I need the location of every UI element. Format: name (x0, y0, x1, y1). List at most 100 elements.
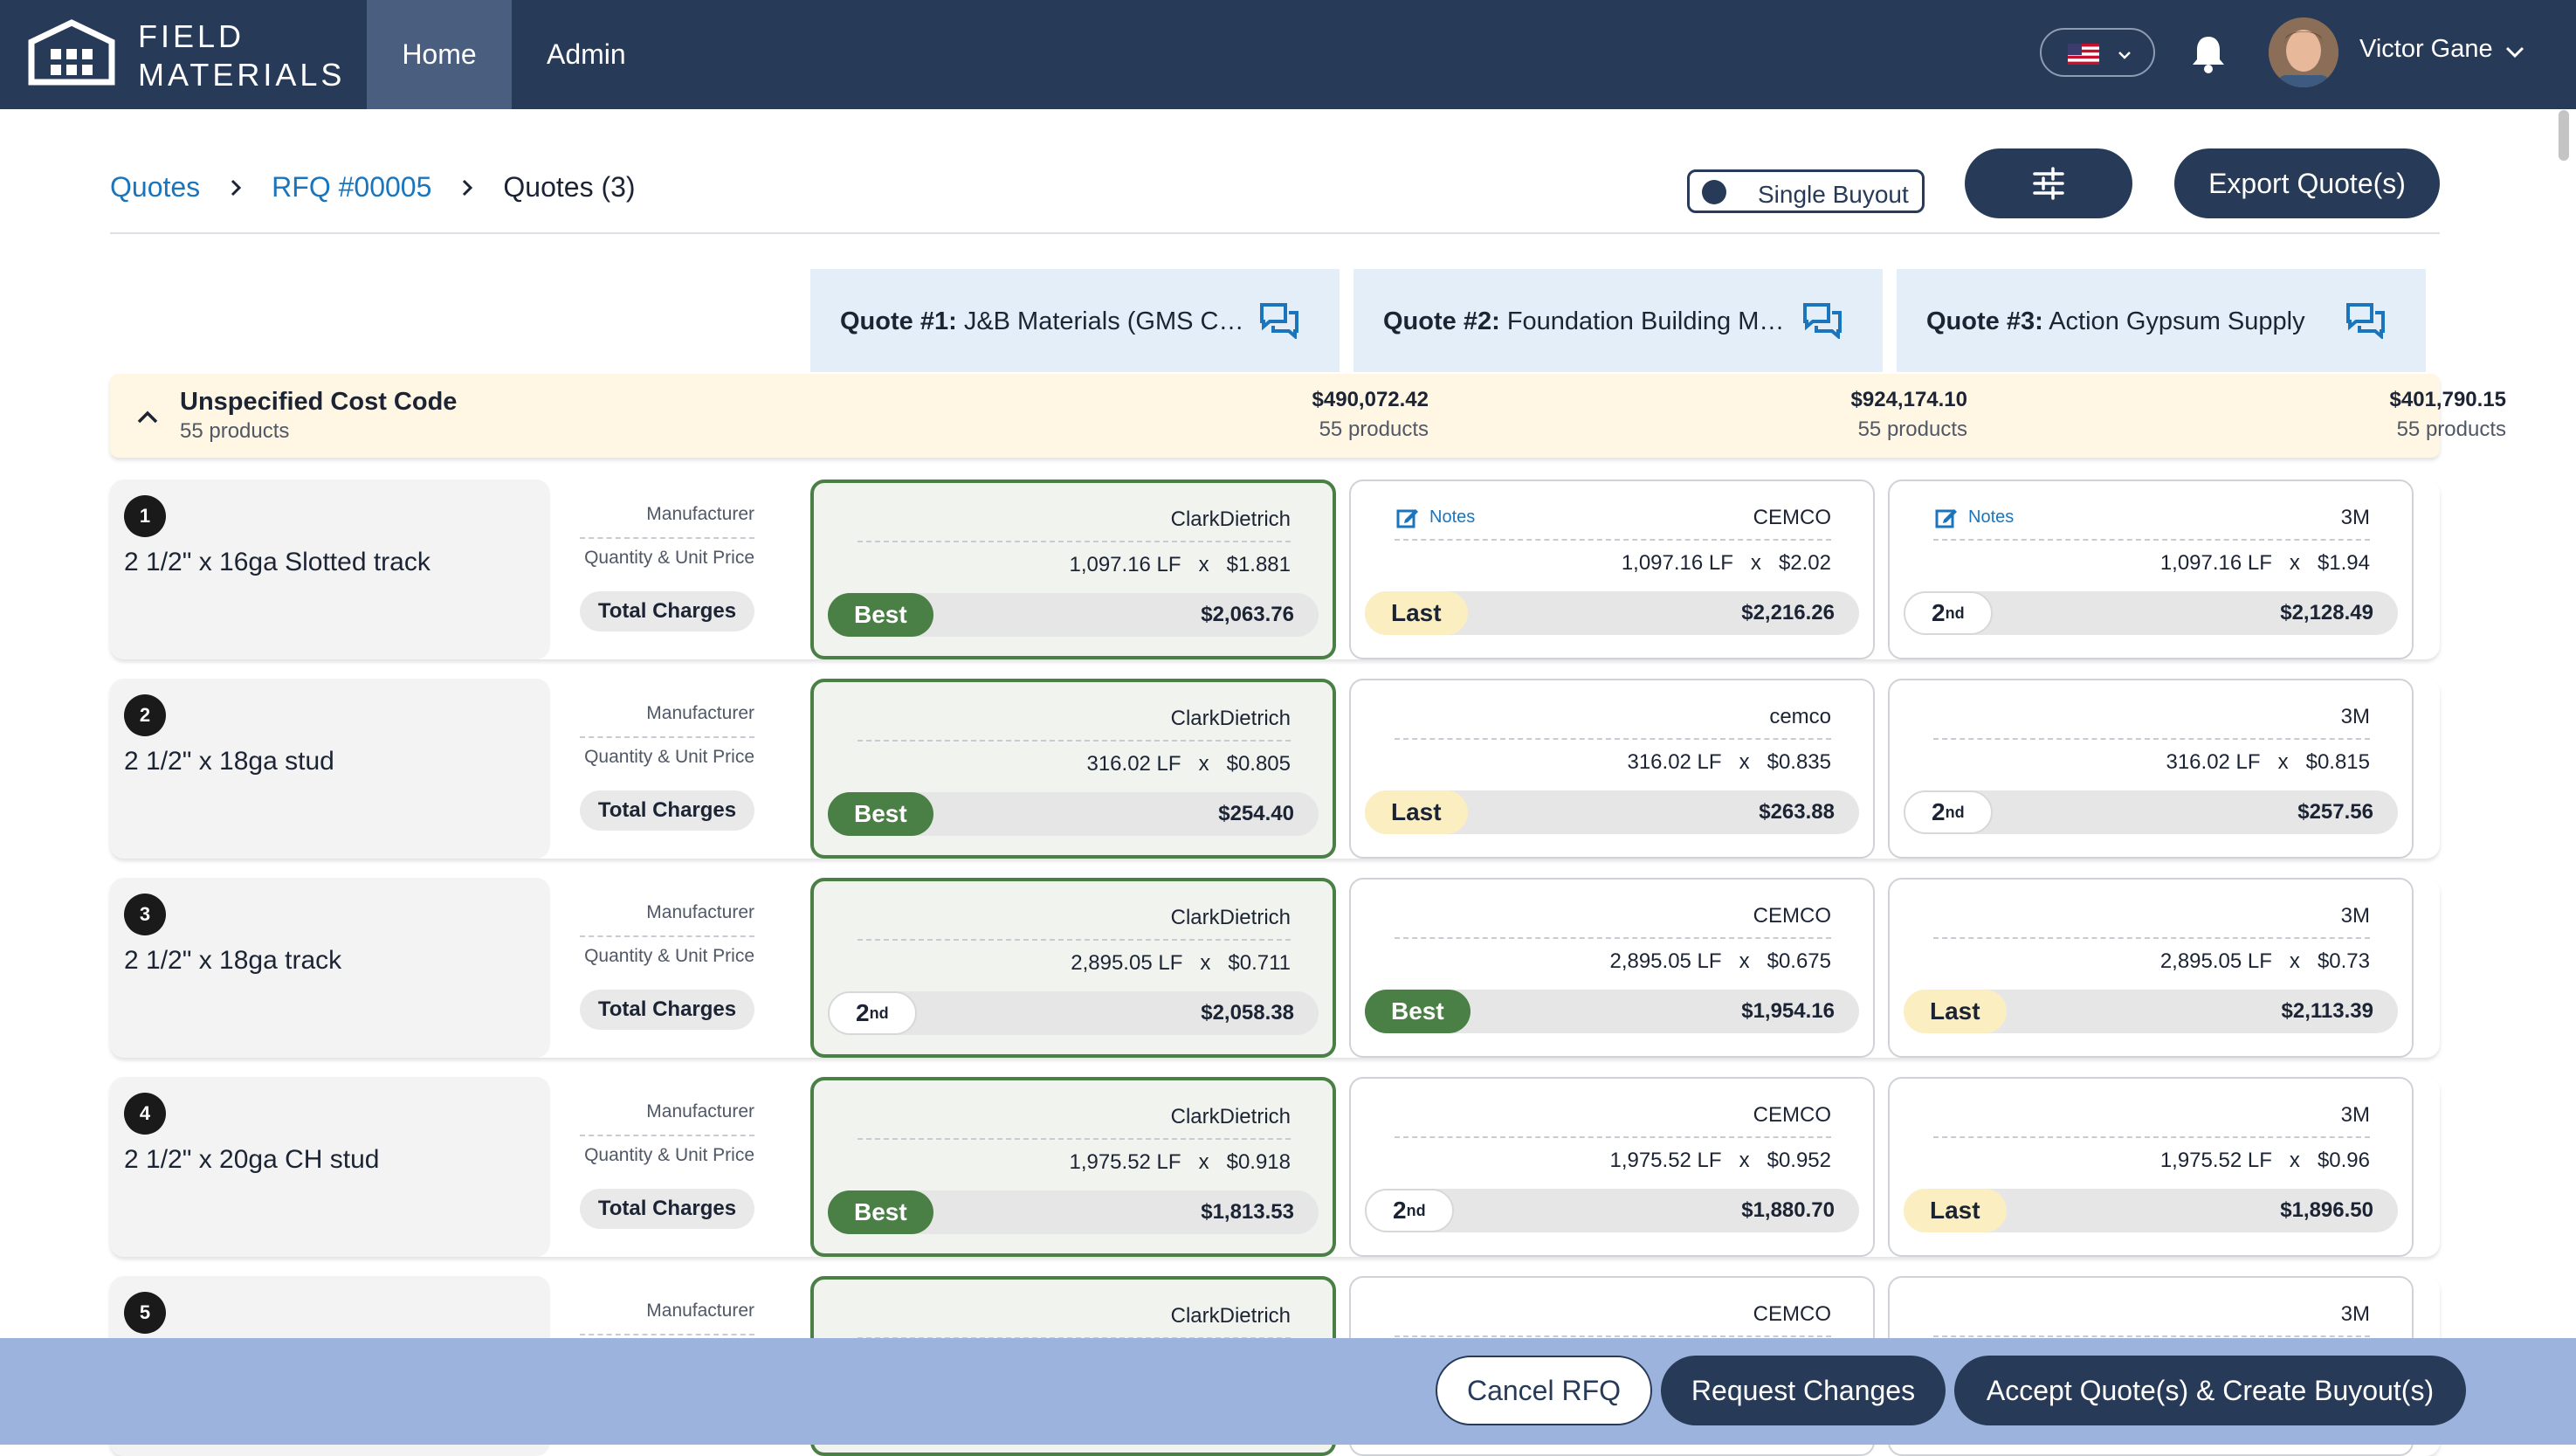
quote-qty-price: 2,895.05 LF x $0.711 (1071, 951, 1291, 975)
quote-manufacturer: ClarkDietrich (1170, 1105, 1291, 1128)
card-divider (1933, 539, 2370, 541)
quote-qty: 1,975.52 LF (1609, 1149, 1722, 1172)
breadcrumb-rfq[interactable]: RFQ #00005 (272, 171, 431, 204)
quote-qty: 1,975.52 LF (2159, 1149, 2272, 1172)
quote-header-3: Quote #3: Action Gypsum Supply (1897, 269, 2426, 372)
product-name: 2 1/2" x 18ga stud (124, 747, 334, 776)
quote-card[interactable]: 3M 316.02 LF x $0.815 2nd $257.56 (1888, 679, 2414, 859)
rank-suffix: nd (1945, 604, 1965, 622)
quote-unit-price: $0.815 (2305, 750, 2370, 774)
quote-unit-price: $2.02 (1778, 551, 1831, 575)
user-menu-chevron-icon[interactable] (2503, 40, 2527, 65)
notes-link[interactable]: Notes (1935, 506, 2014, 528)
qty-price-label: Quantity & Unit Price (584, 1145, 754, 1165)
quote-total: $2,216.26 (1741, 601, 1835, 624)
request-changes-button[interactable]: Request Changes (1661, 1356, 1946, 1425)
quote-card[interactable]: CEMCO 1,975.52 LF x $0.952 2nd $1,880.70 (1349, 1077, 1875, 1257)
quote-header-1: Quote #1: J&B Materials (GMS Co... (810, 269, 1340, 372)
product-number: 3 (124, 894, 166, 935)
quote-card[interactable]: 3M 1,975.52 LF x $0.96 Last $1,896.50 (1888, 1077, 2414, 1257)
quote-vendor: Action Gypsum Supply (2049, 307, 2305, 335)
quote-manufacturer: 3M (2340, 1302, 2370, 1326)
quote-card[interactable]: 3M 2,895.05 LF x $0.73 Last $2,113.39 (1888, 878, 2414, 1058)
notification-bell-icon[interactable] (2190, 33, 2227, 73)
quote-qty: 316.02 LF (1627, 750, 1722, 774)
cost-code-group[interactable]: Unspecified Cost Code 55 products $490,0… (110, 374, 2506, 458)
product-name: 2 1/2" x 18ga track (124, 946, 342, 975)
breadcrumb-current: Quotes (3) (503, 171, 636, 203)
total-charges-bar: Best $2,063.76 (828, 593, 1319, 637)
total-charges-label: Total Charges (580, 1189, 754, 1229)
quote-qty-price: 1,097.16 LF x $1.94 (2159, 551, 2370, 575)
quote-qty: 1,097.16 LF (1069, 553, 1181, 576)
product-name: 2 1/2" x 20ga CH stud (124, 1145, 380, 1174)
quote-card[interactable]: cemco 316.02 LF x $0.835 Last $263.88 (1349, 679, 1875, 859)
total-charges-bar: 2nd $257.56 (1904, 790, 2398, 834)
top-nav-bar: FIELD MATERIALS Home Admin Victor Gane (0, 0, 2576, 109)
card-divider (1395, 1136, 1831, 1138)
quote-qty: 2,895.05 LF (1609, 949, 1722, 973)
quote-qty: 316.02 LF (1086, 752, 1181, 776)
quote-qty-price: 1,975.52 LF x $0.952 (1609, 1149, 1831, 1172)
message-icon[interactable] (1802, 302, 1842, 339)
user-avatar[interactable] (2269, 17, 2338, 87)
quote-qty-price: 1,097.16 LF x $1.881 (1069, 553, 1291, 576)
quote-card[interactable]: Notes 3M 1,097.16 LF x $1.94 2nd $2,128.4… (1888, 480, 2414, 659)
filter-button[interactable] (1965, 148, 2132, 218)
rank-badge: Last (1904, 1189, 2007, 1232)
quote-card[interactable]: CEMCO 2,895.05 LF x $0.675 Best $1,954.1… (1349, 878, 1875, 1058)
nav-tab-home[interactable]: Home (367, 0, 512, 109)
quote-manufacturer: ClarkDietrich (1170, 707, 1291, 730)
manufacturer-label: Manufacturer (646, 902, 754, 922)
rank-badge: Last (1904, 990, 2007, 1033)
rank-number: 2 (1393, 1197, 1407, 1224)
quote-qty-price: 316.02 LF x $0.815 (2166, 750, 2370, 774)
warehouse-logo-icon[interactable] (28, 19, 115, 86)
message-icon[interactable] (2345, 302, 2386, 339)
card-divider (1933, 937, 2370, 939)
quote-card[interactable]: ClarkDietrich 316.02 LF x $0.805 Best $2… (810, 679, 1336, 859)
quote-card[interactable]: ClarkDietrich 1,975.52 LF x $0.918 Best … (810, 1077, 1336, 1257)
cancel-rfq-button[interactable]: Cancel RFQ (1436, 1356, 1652, 1425)
manufacturer-label: Manufacturer (646, 1101, 754, 1121)
brand-name: FIELD MATERIALS (138, 17, 345, 94)
quote-card[interactable]: Notes CEMCO 1,097.16 LF x $2.02 Last $2,2… (1349, 480, 1875, 659)
avatar-photo-icon (2269, 17, 2338, 87)
single-buyout-toggle[interactable]: Single Buyout (1687, 169, 1925, 213)
language-select[interactable] (2040, 28, 2155, 77)
quote-unit-price: $0.835 (1767, 750, 1831, 774)
manufacturer-label: Manufacturer (646, 703, 754, 723)
quote-total: $257.56 (2297, 800, 2373, 824)
total-charges-bar: Last $263.88 (1365, 790, 1859, 834)
rank-number: 2 (1932, 599, 1946, 626)
export-quotes-button[interactable]: Export Quote(s) (2174, 148, 2440, 218)
chevron-up-icon[interactable] (134, 405, 161, 428)
rank-suffix: nd (1945, 803, 1965, 821)
total-charges-bar: Best $254.40 (828, 792, 1319, 836)
quote-qty: 316.02 LF (2166, 750, 2261, 774)
quote-total: $254.40 (1218, 802, 1294, 825)
qty-price-label: Quantity & Unit Price (584, 946, 754, 966)
rank-badge: 2nd (828, 991, 917, 1035)
quote-vendor: J&B Materials (GMS Co... (963, 307, 1250, 335)
scrollbar-thumb[interactable] (2559, 110, 2569, 161)
quote-number: Quote #3: (1926, 307, 2043, 335)
quote-manufacturer: CEMCO (1753, 1302, 1831, 1326)
product-row: 2 2 1/2" x 18ga stud Manufacturer Quanti… (110, 679, 2440, 859)
quote-total: $2,058.38 (1201, 1001, 1294, 1025)
quote-header-2: Quote #2: Foundation Building Mat... (1353, 269, 1883, 372)
nav-tab-admin[interactable]: Admin (533, 0, 640, 109)
rank-badge: 2nd (1904, 790, 1993, 834)
breadcrumb-quotes[interactable]: Quotes (110, 171, 200, 204)
message-icon[interactable] (1259, 302, 1299, 339)
quote-manufacturer: ClarkDietrich (1170, 906, 1291, 929)
quote-manufacturer: 3M (2340, 1103, 2370, 1127)
quote-number: Quote #2: (1383, 307, 1500, 335)
notes-link[interactable]: Notes (1396, 506, 1475, 528)
quote-card[interactable]: ClarkDietrich 2,895.05 LF x $0.711 2nd $… (810, 878, 1336, 1058)
quote-qty: 1,097.16 LF (2159, 551, 2272, 575)
user-name[interactable]: Victor Gane (2359, 35, 2493, 64)
quote-card[interactable]: ClarkDietrich 1,097.16 LF x $1.881 Best … (810, 480, 1336, 659)
product-cell: 4 2 1/2" x 20ga CH stud (110, 1077, 550, 1257)
accept-quotes-button[interactable]: Accept Quote(s) & Create Buyout(s) (1954, 1356, 2466, 1425)
